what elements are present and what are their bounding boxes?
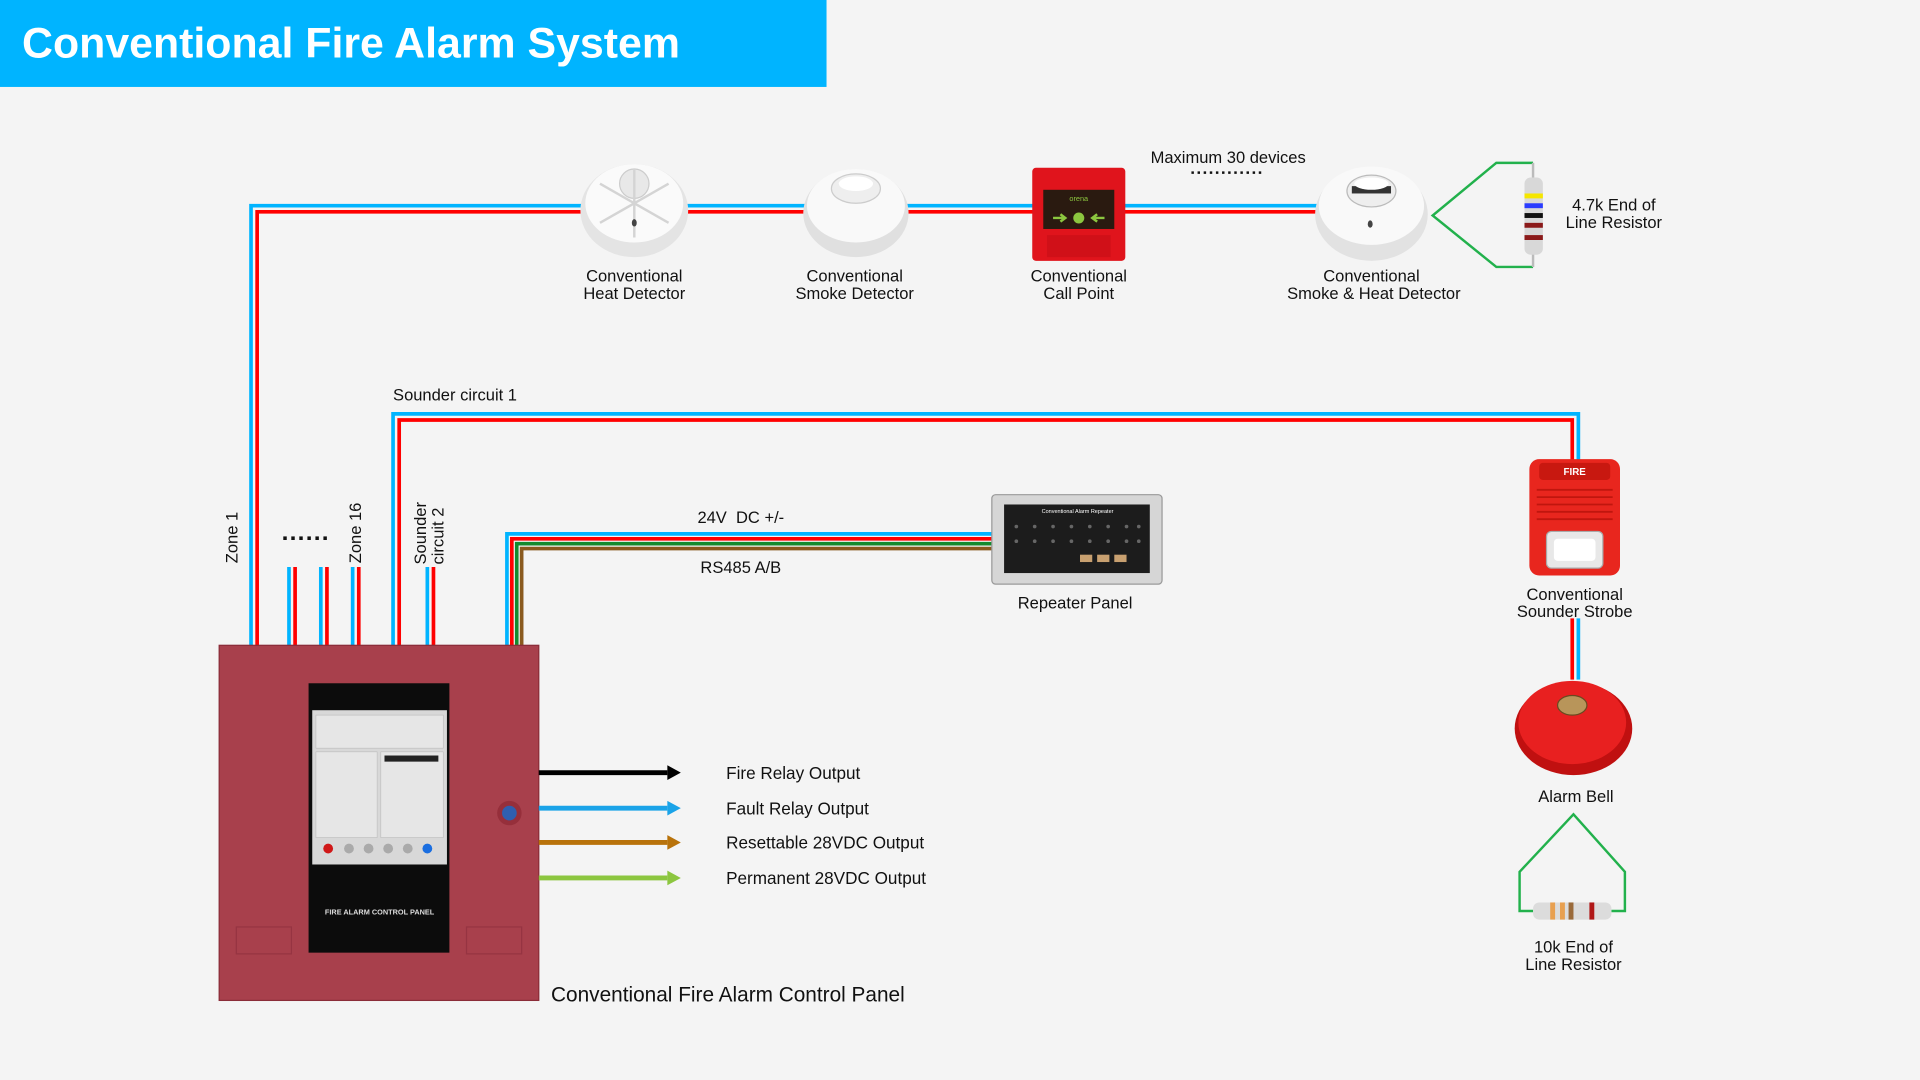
svg-text:FIRE: FIRE	[1564, 467, 1587, 478]
output-label-permanent: Permanent 28VDC Output	[726, 868, 926, 888]
fire-alarm-diagram: Conventional Fire Alarm System Zone 1 ..…	[0, 0, 1920, 1080]
zone-1-label: Zone 1	[223, 512, 242, 563]
smoke-heat-detector-label-2: Smoke & Heat Detector	[1287, 284, 1461, 303]
svg-text:orena: orena	[1069, 194, 1089, 203]
heat-detector-label-2: Heat Detector	[583, 284, 685, 303]
eol-47k-label: 4.7k End of	[1572, 196, 1656, 215]
sounder-2-label-2: circuit 2	[428, 508, 447, 565]
control-panel-label: Conventional Fire Alarm Control Panel	[551, 984, 905, 1007]
resistor-10k-icon	[1533, 902, 1612, 920]
output-label-resettable: Resettable 28VDC Output	[726, 833, 924, 853]
alarm-bell-label: Alarm Bell	[1538, 787, 1613, 806]
strobe-label: Conventional	[1526, 585, 1622, 604]
smoke-detector-label-2: Smoke Detector	[795, 284, 914, 303]
dc-label: 24V DC +/-	[697, 508, 784, 527]
zone-dots: ......	[282, 519, 330, 546]
rs485-label: RS485 A/B	[700, 558, 781, 577]
eol-47k-label-2: Line Resistor	[1566, 213, 1663, 232]
repeater-panel-label: Repeater Panel	[1018, 594, 1133, 613]
zone-16-label: Zone 16	[346, 503, 365, 564]
heat-detector-icon	[580, 164, 689, 258]
sounder-1-label: Sounder circuit 1	[393, 385, 517, 404]
smoke-heat-detector-icon	[1315, 166, 1428, 261]
repeater-panel-icon: Conventional Alarm Repeater	[991, 494, 1163, 585]
max-devices-label: Maximum 30 devices	[1151, 148, 1306, 167]
manual-call-point-icon: orena	[1032, 167, 1126, 261]
svg-text:FIRE ALARM CONTROL PANEL: FIRE ALARM CONTROL PANEL	[325, 908, 435, 917]
smoke-detector-icon	[803, 168, 909, 258]
page-title: Conventional Fire Alarm System	[22, 20, 680, 68]
call-point-label-2: Call Point	[1043, 284, 1114, 303]
eol-10k-label-2: Line Resistor	[1525, 955, 1622, 974]
svg-text:Conventional Alarm Repeater: Conventional Alarm Repeater	[1042, 509, 1114, 515]
sounder-strobe-icon: FIRE	[1529, 459, 1620, 576]
output-label-fire-relay: Fire Relay Output	[726, 763, 860, 783]
output-label-fault-relay: Fault Relay Output	[726, 798, 869, 818]
control-panel-icon: FIRE ALARM CONTROL PANEL	[218, 644, 540, 1002]
strobe-label-2: Sounder Strobe	[1517, 602, 1633, 621]
